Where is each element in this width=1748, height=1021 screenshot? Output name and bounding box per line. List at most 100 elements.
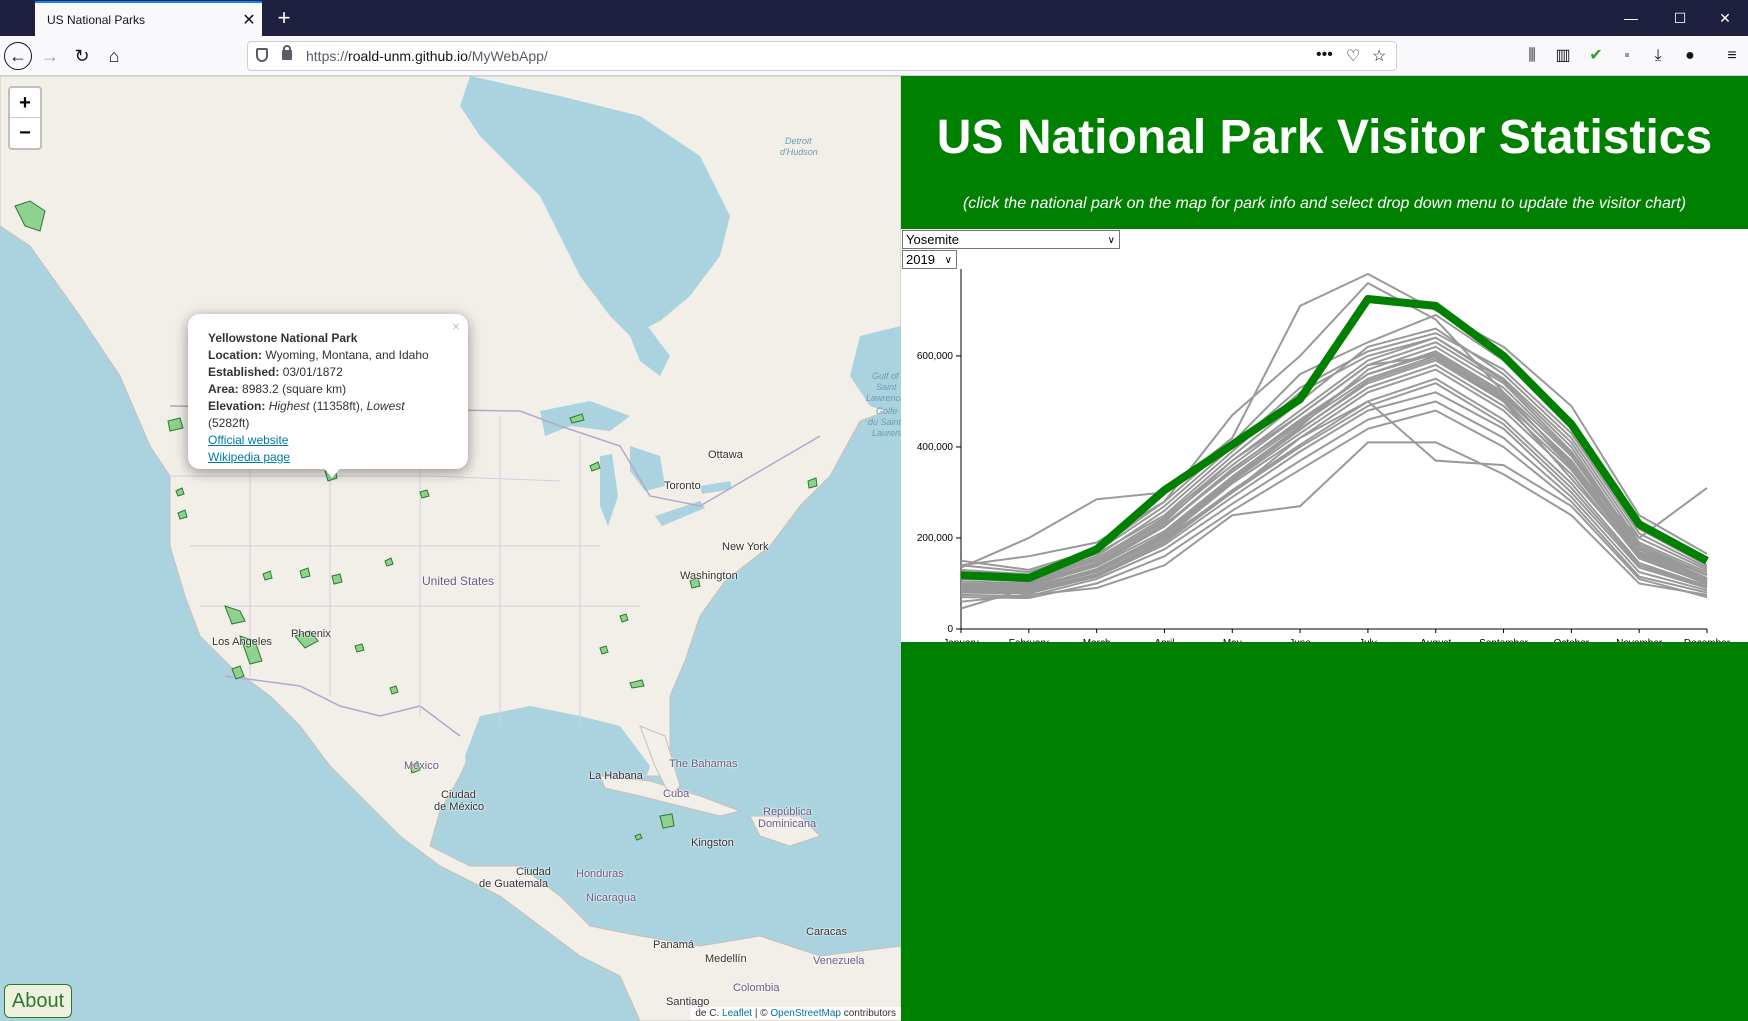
pocket-icon[interactable]: ♡ (1346, 46, 1360, 66)
park-info-popup: × Yellowstone National Park Location: Wy… (188, 314, 468, 469)
extension-icon[interactable]: ▪ (1617, 46, 1637, 66)
url-bar[interactable]: https://roald-unm.github.io/MyWebApp/ ••… (247, 41, 1397, 71)
park-carlsbad (389, 685, 399, 695)
label-medellin: Medellín (705, 953, 747, 965)
park-dry-tortugas (634, 833, 643, 841)
label-gulf-3: Lawrence (866, 393, 901, 403)
label-ciudad-mexico-1: Ciudad (441, 789, 476, 801)
back-arrow-icon[interactable]: ← (4, 42, 32, 70)
label-ottawa: Ottawa (708, 449, 743, 461)
x-tick-label: March (1083, 638, 1111, 642)
x-tick-label: December (1684, 638, 1731, 642)
url-host: roald-unm.github.io (348, 48, 468, 64)
page-actions-icon[interactable]: ••• (1316, 46, 1333, 64)
park-everglades (659, 813, 675, 829)
park-select-value: Yosemite (906, 232, 959, 247)
map-view[interactable]: + − Detroit d'Hudson Gulf of Saint Lawre… (0, 76, 901, 1021)
browser-tab[interactable]: US National Parks ✕ (35, 1, 262, 36)
attribution-sep: | © (752, 1008, 771, 1019)
new-tab-icon[interactable]: + (270, 4, 298, 32)
bookmark-star-icon[interactable]: ☆ (1372, 46, 1386, 66)
label-venezuela: Venezuela (813, 955, 865, 967)
library-icon[interactable]: ⫼ (1522, 46, 1542, 66)
x-tick-label: January (943, 638, 979, 642)
download-icon[interactable]: ⤓ (1648, 46, 1668, 66)
popup-area-label: Area: (208, 382, 239, 396)
year-select[interactable]: 2019 ∨ (902, 250, 957, 269)
map-attribution: de C. Leaflet | © OpenStreetMap contribu… (690, 1007, 901, 1020)
about-button[interactable]: About (4, 984, 72, 1018)
label-caracas: Caracas (806, 926, 847, 938)
label-los-angeles: Los Angeles (212, 636, 272, 648)
highlight-series-line (960, 295, 1709, 583)
zoom-in-button[interactable]: + (10, 88, 40, 118)
series-line (960, 327, 1708, 576)
label-ciudad-guatemala-2: de Guatemala (479, 878, 549, 890)
popup-highest-label: Highest (268, 399, 310, 413)
popup-established: 03/01/1872 (282, 365, 343, 379)
tab-close-icon[interactable]: ✕ (236, 10, 262, 30)
extension-check-icon[interactable]: ✔ (1586, 46, 1606, 66)
stats-panel: US National Park Visitor Statistics (cli… (901, 76, 1748, 1021)
reload-icon[interactable]: ↻ (68, 42, 96, 70)
tab-title: US National Parks (47, 12, 146, 27)
label-detroit-2: d'Hudson (780, 147, 818, 157)
leaflet-link[interactable]: Leaflet (722, 1008, 752, 1019)
page-title: US National Park Visitor Statistics (936, 111, 1713, 164)
label-kingston: Kingston (691, 837, 734, 849)
label-gulf-4: Golfe (876, 406, 898, 416)
chevron-down-icon: ∨ (1107, 235, 1115, 246)
x-tick-label: September (1479, 638, 1529, 642)
label-honduras: Honduras (576, 868, 624, 880)
wikipedia-link[interactable]: Wikipedia page (208, 449, 448, 466)
label-mexico: México (404, 760, 439, 772)
x-tick-label: May (1223, 638, 1242, 642)
osm-link[interactable]: OpenStreetMap (770, 1008, 841, 1019)
label-republica-2: Dominicana (758, 818, 817, 830)
page-subtitle: (click the national park on the map for … (962, 195, 1687, 212)
label-gulf: Gulf of (872, 371, 899, 381)
window-close-icon[interactable]: ✕ (1702, 0, 1748, 36)
official-website-link[interactable]: Official website (208, 432, 448, 449)
y-tick-label: 400,000 (917, 442, 954, 453)
label-ciudad-mexico-2: de México (434, 801, 485, 813)
park-select[interactable]: Yosemite ∨ (902, 230, 1120, 249)
chevron-down-icon: ∨ (944, 255, 952, 266)
label-la-habana: La Habana (589, 770, 643, 782)
attribution-contributors: contributors (840, 1008, 896, 1019)
sidebar-icon[interactable]: ▥ (1553, 46, 1573, 66)
visitor-chart: 0 200,000 400,000 600,000 January February Mar… (917, 269, 1731, 642)
minimize-icon[interactable]: — (1608, 0, 1654, 36)
account-icon[interactable]: ● (1680, 46, 1700, 66)
chart-container: 0 200,000 400,000 600,000 January February Mar… (901, 229, 1748, 642)
browser-titlebar: US National Parks ✕ + — ☐ ✕ (0, 0, 1748, 36)
app-root: US National Parks ✕ + — ☐ ✕ ← → ↻ ⌂ http… (0, 0, 1748, 1021)
park-mesa-verde (354, 643, 365, 653)
popup-location: Wyoming, Montana, and Idaho (265, 348, 429, 362)
popup-tip (322, 466, 342, 478)
forward-arrow-icon[interactable]: → (36, 42, 64, 70)
menu-icon[interactable]: ≡ (1722, 46, 1742, 66)
x-tick-label: November (1616, 638, 1663, 642)
lock-icon[interactable] (282, 45, 292, 60)
park-wind-cave (419, 489, 430, 499)
popup-location-label: Location: (208, 348, 262, 362)
url-text[interactable]: https://roald-unm.github.io/MyWebApp/ (306, 48, 548, 64)
popup-park-name: Yellowstone National Park (208, 331, 358, 345)
home-icon[interactable]: ⌂ (100, 42, 128, 70)
tracking-shield-icon[interactable] (256, 48, 268, 62)
popup-lowest-label: Lowest (366, 399, 405, 413)
x-tick-label: August (1420, 638, 1451, 642)
label-phoenix: Phoenix (291, 628, 331, 640)
label-gulf-2: Saint (876, 382, 897, 392)
label-toronto: Toronto (664, 480, 701, 492)
label-detroit: Detroit (785, 136, 812, 146)
label-ciudad-guatemala-1: Ciudad (516, 866, 551, 878)
label-the-bahamas: The Bahamas (669, 758, 738, 770)
zoom-out-button[interactable]: − (10, 118, 40, 148)
maximize-icon[interactable]: ☐ (1657, 0, 1703, 36)
label-united-states: United States (422, 574, 495, 588)
label-republica-1: República (763, 806, 812, 818)
popup-lowest: (5282ft) (208, 416, 250, 430)
popup-close-icon[interactable]: × (452, 318, 460, 335)
